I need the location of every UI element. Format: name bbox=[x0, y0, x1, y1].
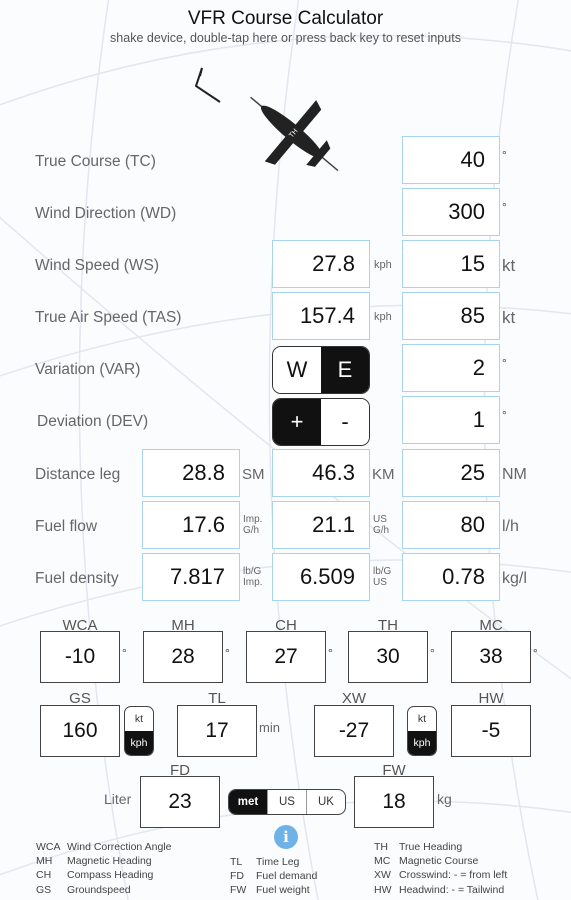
unit-system-uk[interactable]: UK bbox=[306, 790, 345, 814]
legend-column-1: WCA Wind Correction Angle MH Magnetic Head… bbox=[36, 840, 171, 897]
sm-unit: SM bbox=[242, 466, 265, 483]
kg-unit: kg bbox=[437, 791, 452, 807]
legend-item: WCA Wind Correction Angle bbox=[36, 841, 172, 853]
deviation-plus-option[interactable]: + bbox=[273, 399, 321, 445]
degree-unit: ° bbox=[502, 200, 507, 214]
kt-unit: kt bbox=[502, 256, 516, 275]
ch-output: 27 bbox=[246, 631, 326, 683]
legend-item: FW Fuel weight bbox=[230, 884, 310, 897]
unit-system-met[interactable]: met bbox=[229, 790, 267, 814]
label-deviation: Deviation (DEV) bbox=[37, 413, 149, 430]
tl-output: 17 bbox=[177, 705, 257, 757]
degree-unit: ° bbox=[502, 356, 507, 370]
gs-output: 160 bbox=[40, 705, 120, 757]
unit-system-toggle[interactable]: met US UK bbox=[228, 789, 346, 815]
label-variation: Variation (VAR) bbox=[35, 361, 141, 378]
xw-kph-option[interactable]: kph bbox=[408, 731, 436, 755]
fuel-flow-us-input[interactable]: 21.1 bbox=[272, 501, 370, 549]
legend-column-2: TL Time Leg FD Fuel demand FW Fuel weight bbox=[230, 855, 317, 898]
wind-arrow-icon bbox=[194, 67, 221, 103]
imp-gh-unit: Imp. G/h bbox=[243, 514, 263, 536]
label-wind-speed: Wind Speed (WS) bbox=[35, 257, 160, 274]
lbg-us-unit: lb/G US bbox=[373, 566, 392, 588]
fuel-density-imp-input[interactable]: 7.817 bbox=[142, 553, 240, 601]
label-wind-direction: Wind Direction (WD) bbox=[35, 205, 177, 222]
wca-output: -10 bbox=[40, 631, 120, 683]
fuel-density-us-input[interactable]: 6.509 bbox=[272, 553, 370, 601]
kt-unit: kt bbox=[502, 308, 516, 327]
fuel-density-kgl-input[interactable]: 0.78 bbox=[402, 553, 500, 601]
degree-unit: ° bbox=[502, 408, 507, 422]
degree-unit: ° bbox=[502, 148, 507, 162]
mh-output: 28 bbox=[143, 631, 223, 683]
fuel-flow-lh-input[interactable]: 80 bbox=[402, 501, 500, 549]
legend-item: FD Fuel demand bbox=[230, 870, 318, 883]
true-course-input[interactable]: 40 bbox=[402, 136, 500, 184]
app-title[interactable]: VFR Course Calculator bbox=[0, 8, 571, 30]
distance-sm-input[interactable]: 28.8 bbox=[142, 449, 240, 497]
degree-unit: ° bbox=[225, 646, 230, 660]
label-true-course: True Course (TC) bbox=[35, 153, 156, 170]
lbg-imp-unit: lb/G Imp. bbox=[243, 566, 263, 588]
legend-column-3: TH True Heading MC Magnetic Course XW Cross… bbox=[374, 840, 507, 897]
km-unit: KM bbox=[372, 466, 395, 483]
fuel-flow-imp-input[interactable]: 17.6 bbox=[142, 501, 240, 549]
mc-output: 38 bbox=[451, 631, 531, 683]
th-output: 30 bbox=[348, 631, 428, 683]
tas-kph-input[interactable]: 157.4 bbox=[272, 292, 370, 340]
hw-output: -5 bbox=[451, 705, 531, 757]
degree-unit: ° bbox=[328, 646, 333, 660]
distance-nm-input[interactable]: 25 bbox=[402, 449, 500, 497]
label-distance-leg: Distance leg bbox=[35, 466, 121, 483]
degree-unit: ° bbox=[430, 646, 435, 660]
min-unit: min bbox=[259, 720, 280, 735]
legend-item: TL Time Leg bbox=[230, 856, 300, 868]
legend-item: CH Compass Heading bbox=[36, 869, 154, 882]
variation-toggle[interactable]: W E bbox=[272, 346, 370, 394]
info-icon[interactable]: i bbox=[274, 825, 298, 849]
wind-direction-input[interactable]: 300 bbox=[402, 188, 500, 236]
kph-unit: kph bbox=[374, 311, 392, 323]
wind-speed-kt-input[interactable]: 15 bbox=[402, 240, 500, 288]
legend-item: XW Crosswind: - = from left bbox=[374, 869, 508, 882]
deviation-minus-option[interactable]: - bbox=[321, 399, 369, 445]
deviation-toggle[interactable]: + - bbox=[272, 398, 370, 446]
gs-unit-toggle[interactable]: kt kph bbox=[124, 706, 154, 756]
kph-unit: kph bbox=[374, 259, 392, 271]
legend-item: MH Magnetic Heading bbox=[36, 855, 152, 868]
variation-input[interactable]: 2 bbox=[402, 344, 500, 392]
gs-kt-option[interactable]: kt bbox=[125, 707, 153, 731]
xw-output: -27 bbox=[314, 705, 394, 757]
us-gh-unit: US G/h bbox=[373, 514, 390, 536]
variation-east-option[interactable]: E bbox=[321, 347, 369, 393]
airplane-icon: TH bbox=[250, 96, 339, 172]
wind-speed-kph-input[interactable]: 27.8 bbox=[272, 240, 370, 288]
label-true-air-speed: True Air Speed (TAS) bbox=[35, 309, 182, 326]
deviation-input[interactable]: 1 bbox=[402, 396, 500, 444]
xw-unit-toggle[interactable]: kt kph bbox=[407, 706, 437, 756]
lh-unit: l/h bbox=[502, 518, 519, 535]
gs-kph-option[interactable]: kph bbox=[125, 731, 153, 755]
distance-km-input[interactable]: 46.3 bbox=[272, 449, 370, 497]
unit-system-us[interactable]: US bbox=[267, 790, 306, 814]
legend-item: GS Groundspeed bbox=[36, 883, 131, 896]
degree-unit: ° bbox=[533, 646, 538, 660]
reset-hint[interactable]: shake device, double-tap here or press b… bbox=[0, 31, 571, 45]
legend-item: MC Magnetic Course bbox=[374, 855, 479, 868]
legend-item: HW Headwind: - = Tailwind bbox=[374, 883, 505, 896]
nm-unit: NM bbox=[502, 466, 527, 483]
degree-unit: ° bbox=[122, 646, 127, 660]
fd-output: 23 bbox=[140, 776, 220, 828]
xw-kt-option[interactable]: kt bbox=[408, 707, 436, 731]
label-fuel-density: Fuel density bbox=[35, 570, 119, 587]
liter-unit: Liter bbox=[104, 791, 132, 807]
label-fuel-flow: Fuel flow bbox=[35, 518, 98, 535]
kgl-unit: kg/l bbox=[502, 570, 527, 587]
variation-west-option[interactable]: W bbox=[273, 347, 321, 393]
fw-output: 18 bbox=[354, 776, 434, 828]
legend-item: TH True Heading bbox=[374, 841, 463, 853]
tas-kt-input[interactable]: 85 bbox=[402, 292, 500, 340]
